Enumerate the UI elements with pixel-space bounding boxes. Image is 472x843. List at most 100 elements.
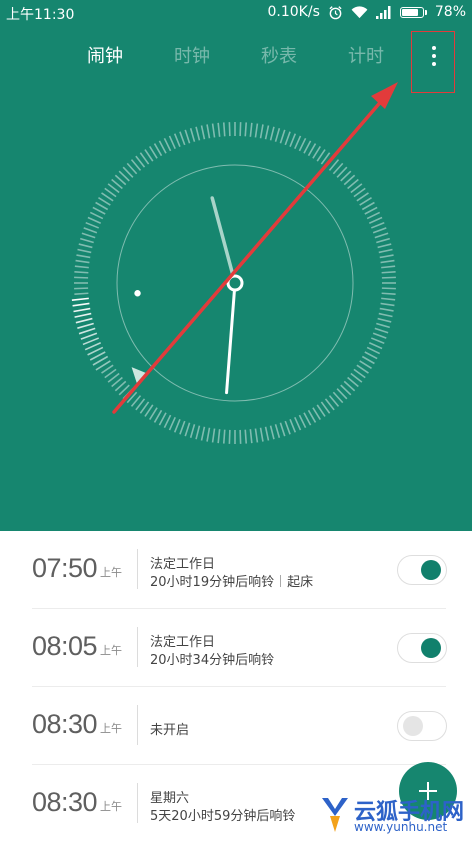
clock-tick [170,136,176,149]
clock-tick [309,410,316,422]
alarm-time: 08:30 [32,787,97,818]
clock-tick [213,124,215,138]
clock-tick [299,415,305,428]
clock-tick [150,146,157,158]
hour-hand [212,198,235,283]
clock-center-pin [228,276,242,290]
clock-tick [382,293,396,294]
clock-tick [381,303,395,305]
clock-tick [367,347,380,353]
clock-tick [371,338,384,343]
alarm-time: 07:50 [32,553,97,584]
second-indicator-dot [134,290,140,296]
clock-tick [373,228,386,233]
fox-logo [318,794,352,834]
clock-tick [96,203,108,210]
clock-tick [159,413,166,425]
clock-tick [295,136,301,149]
clock-tick [180,421,185,434]
clock-tick [381,298,395,299]
clock-tick [175,134,180,147]
clock-tick [369,218,382,224]
clock-tick [376,324,389,328]
clock-tick [375,328,388,332]
alarm-toggle[interactable] [397,633,447,663]
clock-tick [266,126,269,140]
alarm-details: 5天20小时59分钟后响铃 [150,805,295,824]
alarm-item[interactable]: 08:05 上午 法定工作日 20小时34分钟后响铃 [0,609,472,687]
clock-tick [290,419,295,432]
clock-tick [224,430,225,444]
clock-tick [380,309,394,311]
clock-tick [304,141,311,153]
clock-tick [196,127,199,141]
clock-tick [155,410,162,422]
clock-tick [365,352,377,359]
clock-tick [207,428,209,442]
divider [137,783,138,823]
clock-tick [82,233,95,237]
clock-tick [365,207,377,214]
clock-tick [175,419,180,432]
alarm-toggle[interactable] [397,711,447,741]
alarm-label: 起床 [287,571,313,590]
clock-tick [88,218,101,224]
clock-tick [250,123,251,137]
clock-tick [280,130,284,143]
clock-tick [185,423,189,436]
alarm-repeat: 法定工作日 [150,553,215,572]
clock-tick [309,144,316,156]
alarm-repeat: 星期六 [150,787,189,806]
clock-tick [79,244,93,247]
clock-tick [86,223,99,228]
toggle-knob [421,560,441,580]
alarm-toggle[interactable] [397,555,447,585]
clock-tick [180,132,185,145]
alarm-item[interactable]: 08:30 上午 未开启 [0,687,472,765]
clock-tick [170,417,176,430]
watermark: 云狐手机网 www.yunhu.net [318,790,472,841]
clock-tick [159,141,166,153]
alarm-ampm: 上午 [100,720,122,736]
clock-tick [93,207,105,214]
alarm-item[interactable]: 07:50 上午 法定工作日 20小时19分钟后响铃 起床 [0,531,472,609]
alarm-repeat: 未开启 [150,719,189,738]
clock-tick [362,203,374,210]
alarm-remaining: 5天20小时59分钟后响铃 [150,805,295,824]
clock-tick [85,343,101,350]
clock-tick [74,272,88,273]
clock-tick [164,138,170,151]
clock-tick [81,333,97,339]
clock-tick [98,198,110,205]
alarm-details: 20小时34分钟后响铃 [150,649,274,668]
clock-tick [77,324,93,329]
clock-tick [191,128,195,141]
clock-tick [285,132,290,145]
alarm-repeat: 法定工作日 [150,631,215,650]
divider [137,705,138,745]
clock-tick [164,415,170,428]
second-pointer-triangle [132,367,147,383]
clock-tick [261,124,263,138]
clock-tick [299,138,305,151]
clock-tick [84,228,97,233]
clock-tick [371,223,384,228]
clock-tick [73,303,90,305]
clock-tick [271,426,274,440]
clock-tick [245,430,246,444]
clock-tick [304,413,311,425]
clock-tick [73,309,90,312]
clock-tick [362,357,374,364]
clock-tick [378,244,392,247]
clock-tick [360,361,372,368]
clock-tick [271,127,274,141]
clock-tick [380,255,394,257]
clock-tick [266,427,269,441]
clock-tick [72,298,89,300]
analog-clock [0,0,472,531]
alarm-ampm: 上午 [100,798,122,814]
alarm-remaining: 20小时19分钟后响铃 [150,571,274,590]
clock-tick [295,417,301,430]
clock-tick [276,128,280,141]
clock-tick [379,314,393,317]
